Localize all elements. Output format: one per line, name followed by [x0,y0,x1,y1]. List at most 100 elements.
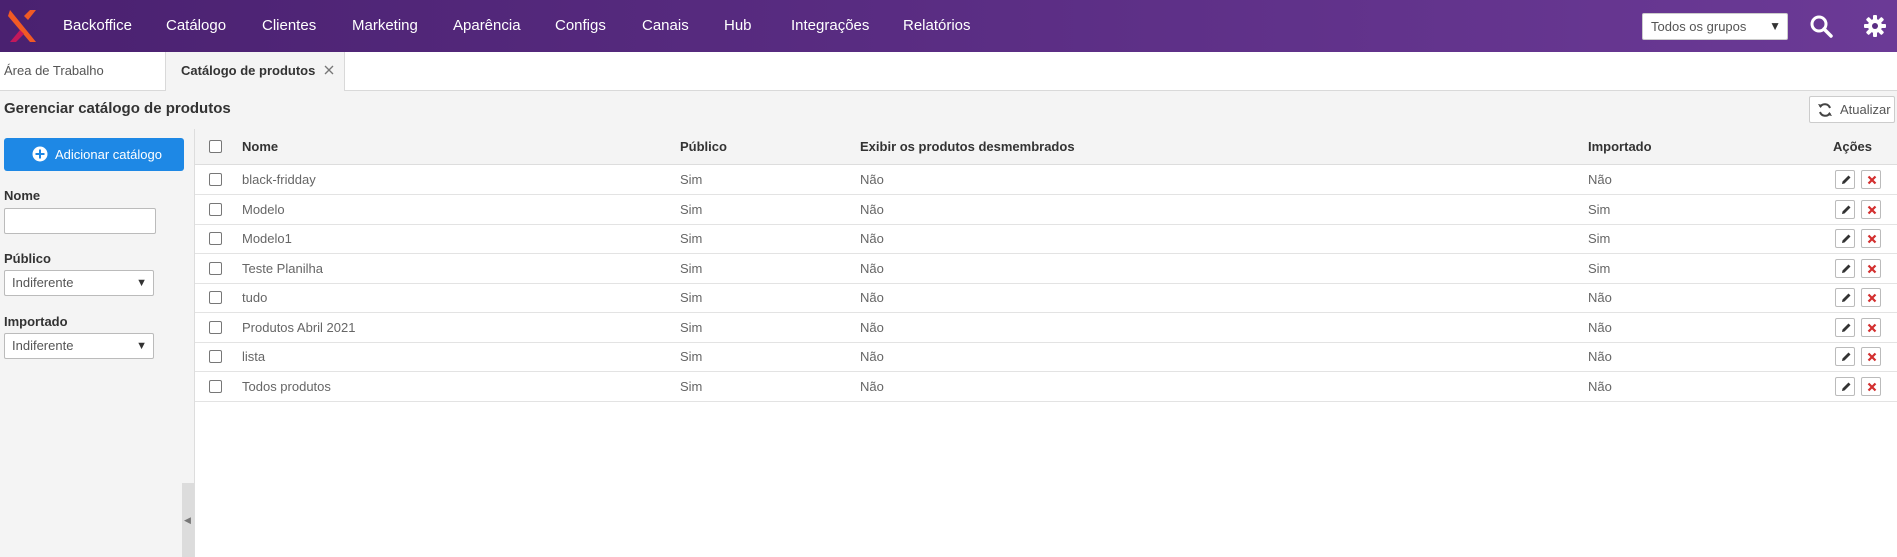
plus-circle-icon [32,146,48,162]
cell-publico: Sim [680,260,703,276]
nav-item-relatorios[interactable]: Relatórios [903,0,971,52]
nav-item-clientes[interactable]: Clientes [262,0,316,52]
edit-button[interactable] [1835,258,1855,278]
delete-button[interactable] [1861,376,1881,396]
column-header-publico[interactable]: Público [680,129,727,164]
cell-publico: Sim [680,172,703,187]
row-checkbox[interactable] [209,232,222,245]
tab-label: Catálogo de produtos [181,63,316,78]
table-row[interactable]: Modelo Sim Não Sim [195,195,1897,225]
table-row[interactable]: Modelo1 Sim Não Sim [195,224,1897,254]
delete-button[interactable] [1861,317,1881,337]
cell-importado: Sim [1588,260,1611,276]
add-catalog-button[interactable]: Adicionar catálogo [4,138,184,171]
sidebar-collapse-handle[interactable]: ◀ [182,483,194,557]
column-header-nome[interactable]: Nome [242,129,278,164]
delete-button[interactable] [1861,258,1881,278]
chevron-left-icon: ◀ [184,515,191,525]
nav-item-backoffice[interactable]: Backoffice [63,0,132,52]
cell-exibir: Não [860,231,884,246]
pencil-icon [1842,323,1851,332]
table-header: Nome Público Exibir os produtos desmembr… [195,129,1897,165]
top-navbar: Backoffice Catálogo Clientes Marketing A… [0,0,1897,52]
delete-x-icon [1867,352,1877,362]
cell-exibir: Não [860,260,884,276]
refresh-label: Atualizar [1840,102,1891,117]
cell-nome: tudo [242,290,268,305]
row-checkbox[interactable] [209,261,222,275]
delete-x-icon [1867,323,1877,332]
nav-item-aparencia[interactable]: Aparência [453,0,521,52]
nav-item-marketing[interactable]: Marketing [352,0,418,52]
pencil-icon [1842,175,1851,184]
name-filter-label: Nome [4,188,41,203]
add-catalog-label: Adicionar catálogo [55,147,162,162]
column-header-exibir[interactable]: Exibir os produtos desmembrados [860,129,1075,164]
cell-importado: Sim [1588,201,1611,217]
delete-x-icon [1867,205,1877,214]
tab-workspace[interactable]: Área de Trabalho [4,52,104,91]
edit-button[interactable] [1835,347,1855,366]
brand-logo-icon[interactable] [6,8,40,44]
chevron-down-icon: ▼ [136,340,147,352]
gear-icon[interactable] [1863,14,1887,38]
nav-item-integracoes[interactable]: Integrações [791,0,869,52]
cell-publico: Sim [680,290,703,305]
nav-item-canais[interactable]: Canais [642,0,689,52]
imported-filter-select[interactable]: Indiferente ▼ [4,333,154,359]
cell-nome: black-fridday [242,172,316,187]
delete-button[interactable] [1861,347,1881,366]
nav-item-hub[interactable]: Hub [724,0,752,52]
table-row[interactable]: black-fridday Sim Não Não [195,165,1897,195]
cell-nome: Teste Planilha [242,260,323,276]
tab-catalogo-produtos[interactable]: Catálogo de produtos [165,52,345,92]
row-checkbox[interactable] [209,173,222,186]
pencil-icon [1842,382,1851,391]
delete-button[interactable] [1861,288,1881,307]
edit-button[interactable] [1835,229,1855,248]
pencil-icon [1842,205,1851,214]
name-filter-input[interactable] [4,208,156,234]
cell-importado: Não [1588,349,1612,364]
row-checkbox[interactable] [209,291,222,304]
table-row[interactable]: Todos produtos Sim Não Não [195,372,1897,402]
edit-button[interactable] [1835,317,1855,337]
search-icon[interactable] [1809,14,1833,38]
cell-importado: Sim [1588,231,1611,246]
nav-item-configs[interactable]: Configs [555,0,606,52]
delete-button[interactable] [1861,229,1881,248]
cell-nome: Todos produtos [242,378,331,394]
refresh-icon [1818,103,1832,117]
table-row[interactable]: lista Sim Não Não [195,342,1897,372]
pencil-icon [1842,352,1851,361]
delete-button[interactable] [1861,170,1881,189]
page-title: Gerenciar catálogo de produtos [4,100,231,117]
select-all-checkbox[interactable] [209,140,222,153]
cell-exibir: Não [860,319,884,335]
nav-item-catalogo[interactable]: Catálogo [166,0,226,52]
column-header-importado[interactable]: Importado [1588,129,1652,164]
chevron-down-icon: ▼ [136,277,147,289]
public-filter-select[interactable]: Indiferente ▼ [4,270,154,296]
close-icon[interactable] [322,63,336,77]
cell-publico: Sim [680,319,703,335]
table-row[interactable]: tudo Sim Não Não [195,283,1897,313]
page-header: Gerenciar catálogo de produtos Atualizar [0,91,1897,129]
row-checkbox[interactable] [209,202,222,216]
group-select[interactable]: Todos os grupos ▼ [1642,13,1788,40]
table-row[interactable]: Teste Planilha Sim Não Sim [195,254,1897,284]
edit-button[interactable] [1835,376,1855,396]
pencil-icon [1842,264,1851,273]
table-row[interactable]: Produtos Abril 2021 Sim Não Não [195,313,1897,343]
chevron-down-icon: ▼ [1769,19,1781,33]
row-checkbox[interactable] [209,350,222,363]
edit-button[interactable] [1835,288,1855,307]
delete-x-icon [1867,293,1877,303]
delete-button[interactable] [1861,199,1881,219]
row-checkbox[interactable] [209,379,222,393]
row-checkbox[interactable] [209,320,222,334]
pencil-icon [1842,234,1851,243]
refresh-button[interactable]: Atualizar [1809,96,1895,123]
edit-button[interactable] [1835,199,1855,219]
edit-button[interactable] [1835,170,1855,189]
